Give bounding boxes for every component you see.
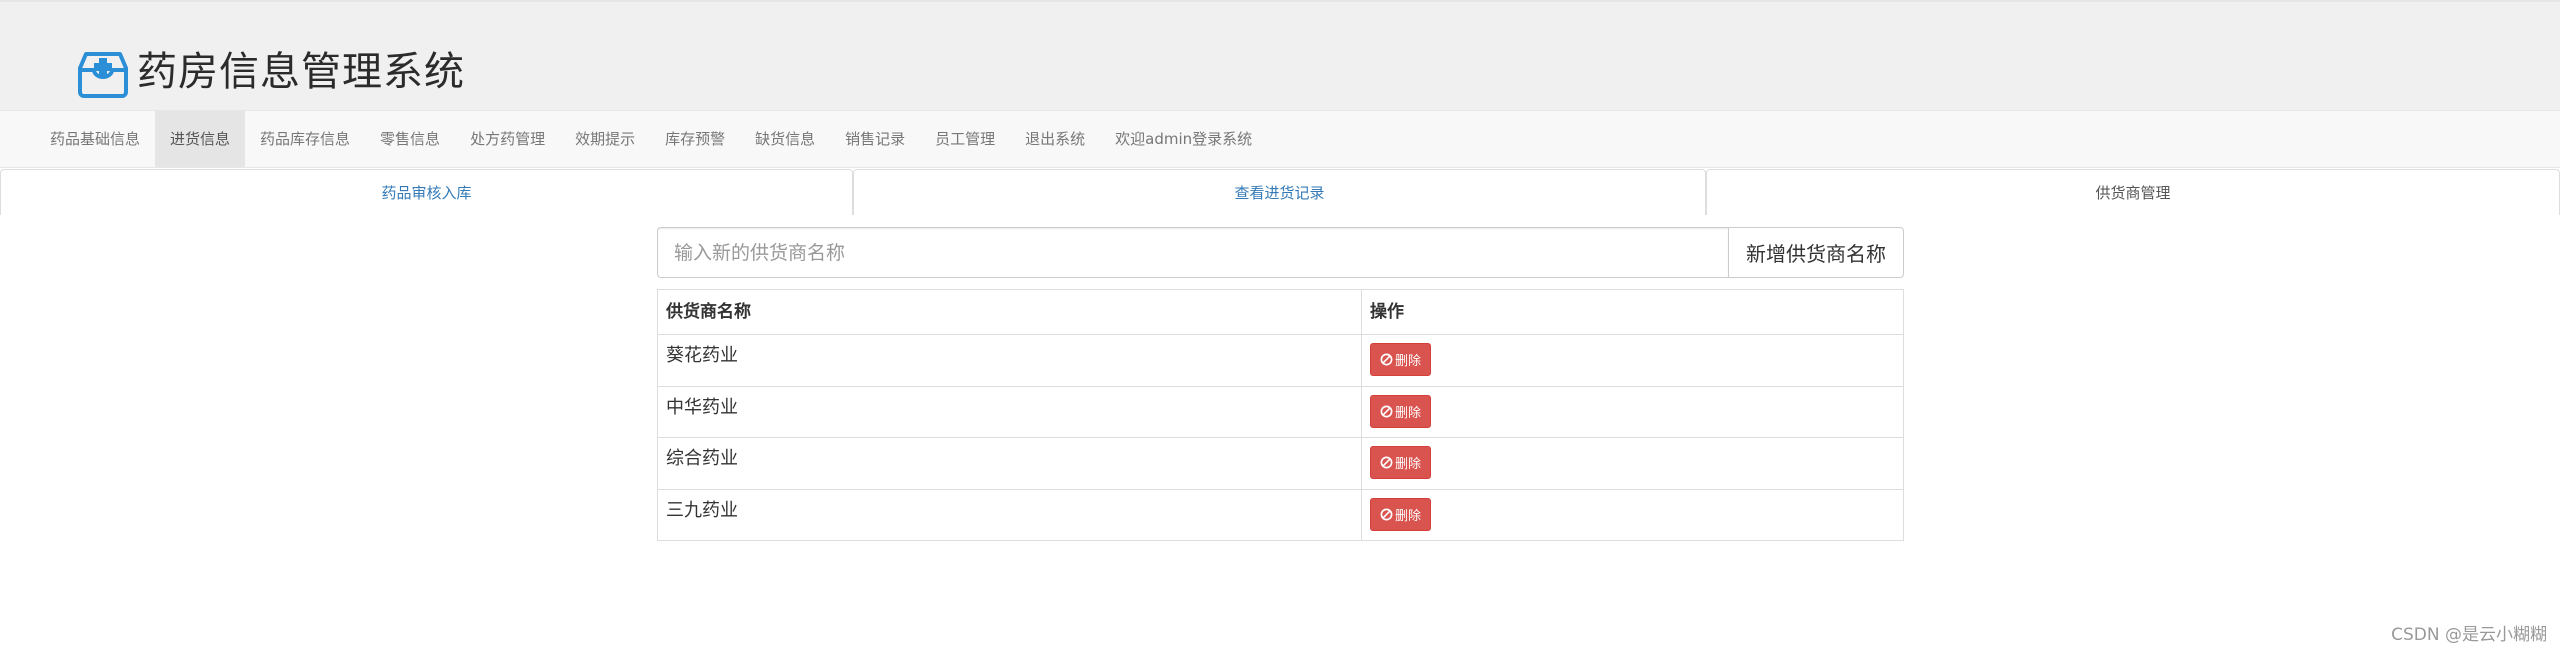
- main-navbar: 药品基础信息 进货信息 药品库存信息 零售信息 处方药管理 效期提示 库存预警 …: [0, 110, 2560, 168]
- supplier-name-input[interactable]: [657, 227, 1728, 278]
- nav-item-logout[interactable]: 退出系统: [1010, 111, 1100, 167]
- ban-icon: [1380, 508, 1393, 520]
- ban-icon: [1380, 456, 1393, 469]
- supplier-name-cell: 中华药业: [657, 385, 1362, 438]
- delete-label: 删除: [1395, 404, 1422, 420]
- add-supplier-button[interactable]: 新增供货商名称: [1728, 227, 1904, 278]
- nav-item-prescription[interactable]: 处方药管理: [455, 111, 560, 167]
- app-title: 药房信息管理系统: [137, 49, 465, 95]
- nav-item-purchase-info[interactable]: 进货信息: [155, 111, 246, 167]
- delete-label: 删除: [1395, 507, 1422, 523]
- supplier-table-wrapper: 供货商名称 操作 葵花药业 删除 中华药业 删除 综合药业 删除 三九药业 删除: [657, 289, 1904, 541]
- csdn-watermark: CSDN @是云小糊糊: [2391, 625, 2547, 645]
- nav-item-staff[interactable]: 员工管理: [920, 111, 1010, 167]
- action-cell: 删除: [1361, 334, 1904, 387]
- table-row: 三九药业 删除: [657, 488, 1904, 541]
- page-header: 药房信息管理系统: [0, 0, 2560, 110]
- column-header-action: 操作: [1361, 289, 1904, 335]
- supplier-name-cell: 葵花药业: [657, 334, 1362, 387]
- nav-item-retail-info[interactable]: 零售信息: [365, 111, 455, 167]
- table-row: 综合药业 删除: [657, 437, 1904, 490]
- table-row: 葵花药业 删除: [657, 334, 1904, 387]
- tab-purchase-records[interactable]: 查看进货记录: [853, 169, 1706, 215]
- sub-tabs: 药品审核入库 查看进货记录 供货商管理: [0, 169, 2560, 215]
- supplier-table: 供货商名称 操作 葵花药业 删除 中华药业 删除 综合药业 删除 三九药业 删除: [657, 289, 1904, 541]
- supplier-form: 新增供货商名称: [657, 227, 1904, 278]
- delete-button[interactable]: 删除: [1370, 343, 1432, 376]
- ban-icon: [1380, 353, 1393, 366]
- delete-button[interactable]: 删除: [1370, 446, 1432, 479]
- supplier-name-cell: 三九药业: [657, 488, 1362, 541]
- nav-item-drug-basic-info[interactable]: 药品基础信息: [35, 111, 155, 167]
- nav-item-expiry-alert[interactable]: 效期提示: [560, 111, 650, 167]
- delete-button[interactable]: 删除: [1370, 394, 1432, 428]
- action-cell: 删除: [1361, 437, 1904, 490]
- delete-label: 删除: [1395, 353, 1422, 368]
- nav-item-sales-record[interactable]: 销售记录: [830, 111, 920, 167]
- nav-item-out-of-stock[interactable]: 缺货信息: [740, 111, 830, 167]
- supplier-name-cell: 综合药业: [657, 437, 1362, 490]
- action-cell: 删除: [1361, 488, 1904, 541]
- tab-supplier-management[interactable]: 供货商管理: [1706, 169, 2560, 215]
- table-header-row: 供货商名称 操作: [657, 289, 1904, 335]
- action-cell: 删除: [1361, 385, 1904, 438]
- ban-icon: [1380, 405, 1393, 417]
- nav-menu: 药品基础信息 进货信息 药品库存信息 零售信息 处方药管理 效期提示 库存预警 …: [35, 111, 1267, 167]
- tab-drug-review-stock-in[interactable]: 药品审核入库: [0, 169, 853, 215]
- delete-button[interactable]: 删除: [1370, 497, 1432, 531]
- medical-kit-icon: [78, 52, 128, 98]
- nav-item-welcome-user[interactable]: 欢迎admin登录系统: [1100, 111, 1267, 167]
- nav-item-stock-warning[interactable]: 库存预警: [650, 111, 740, 167]
- column-header-supplier-name: 供货商名称: [657, 289, 1362, 335]
- nav-item-drug-inventory[interactable]: 药品库存信息: [245, 111, 365, 167]
- table-row: 中华药业 删除: [657, 385, 1904, 438]
- delete-label: 删除: [1395, 456, 1422, 471]
